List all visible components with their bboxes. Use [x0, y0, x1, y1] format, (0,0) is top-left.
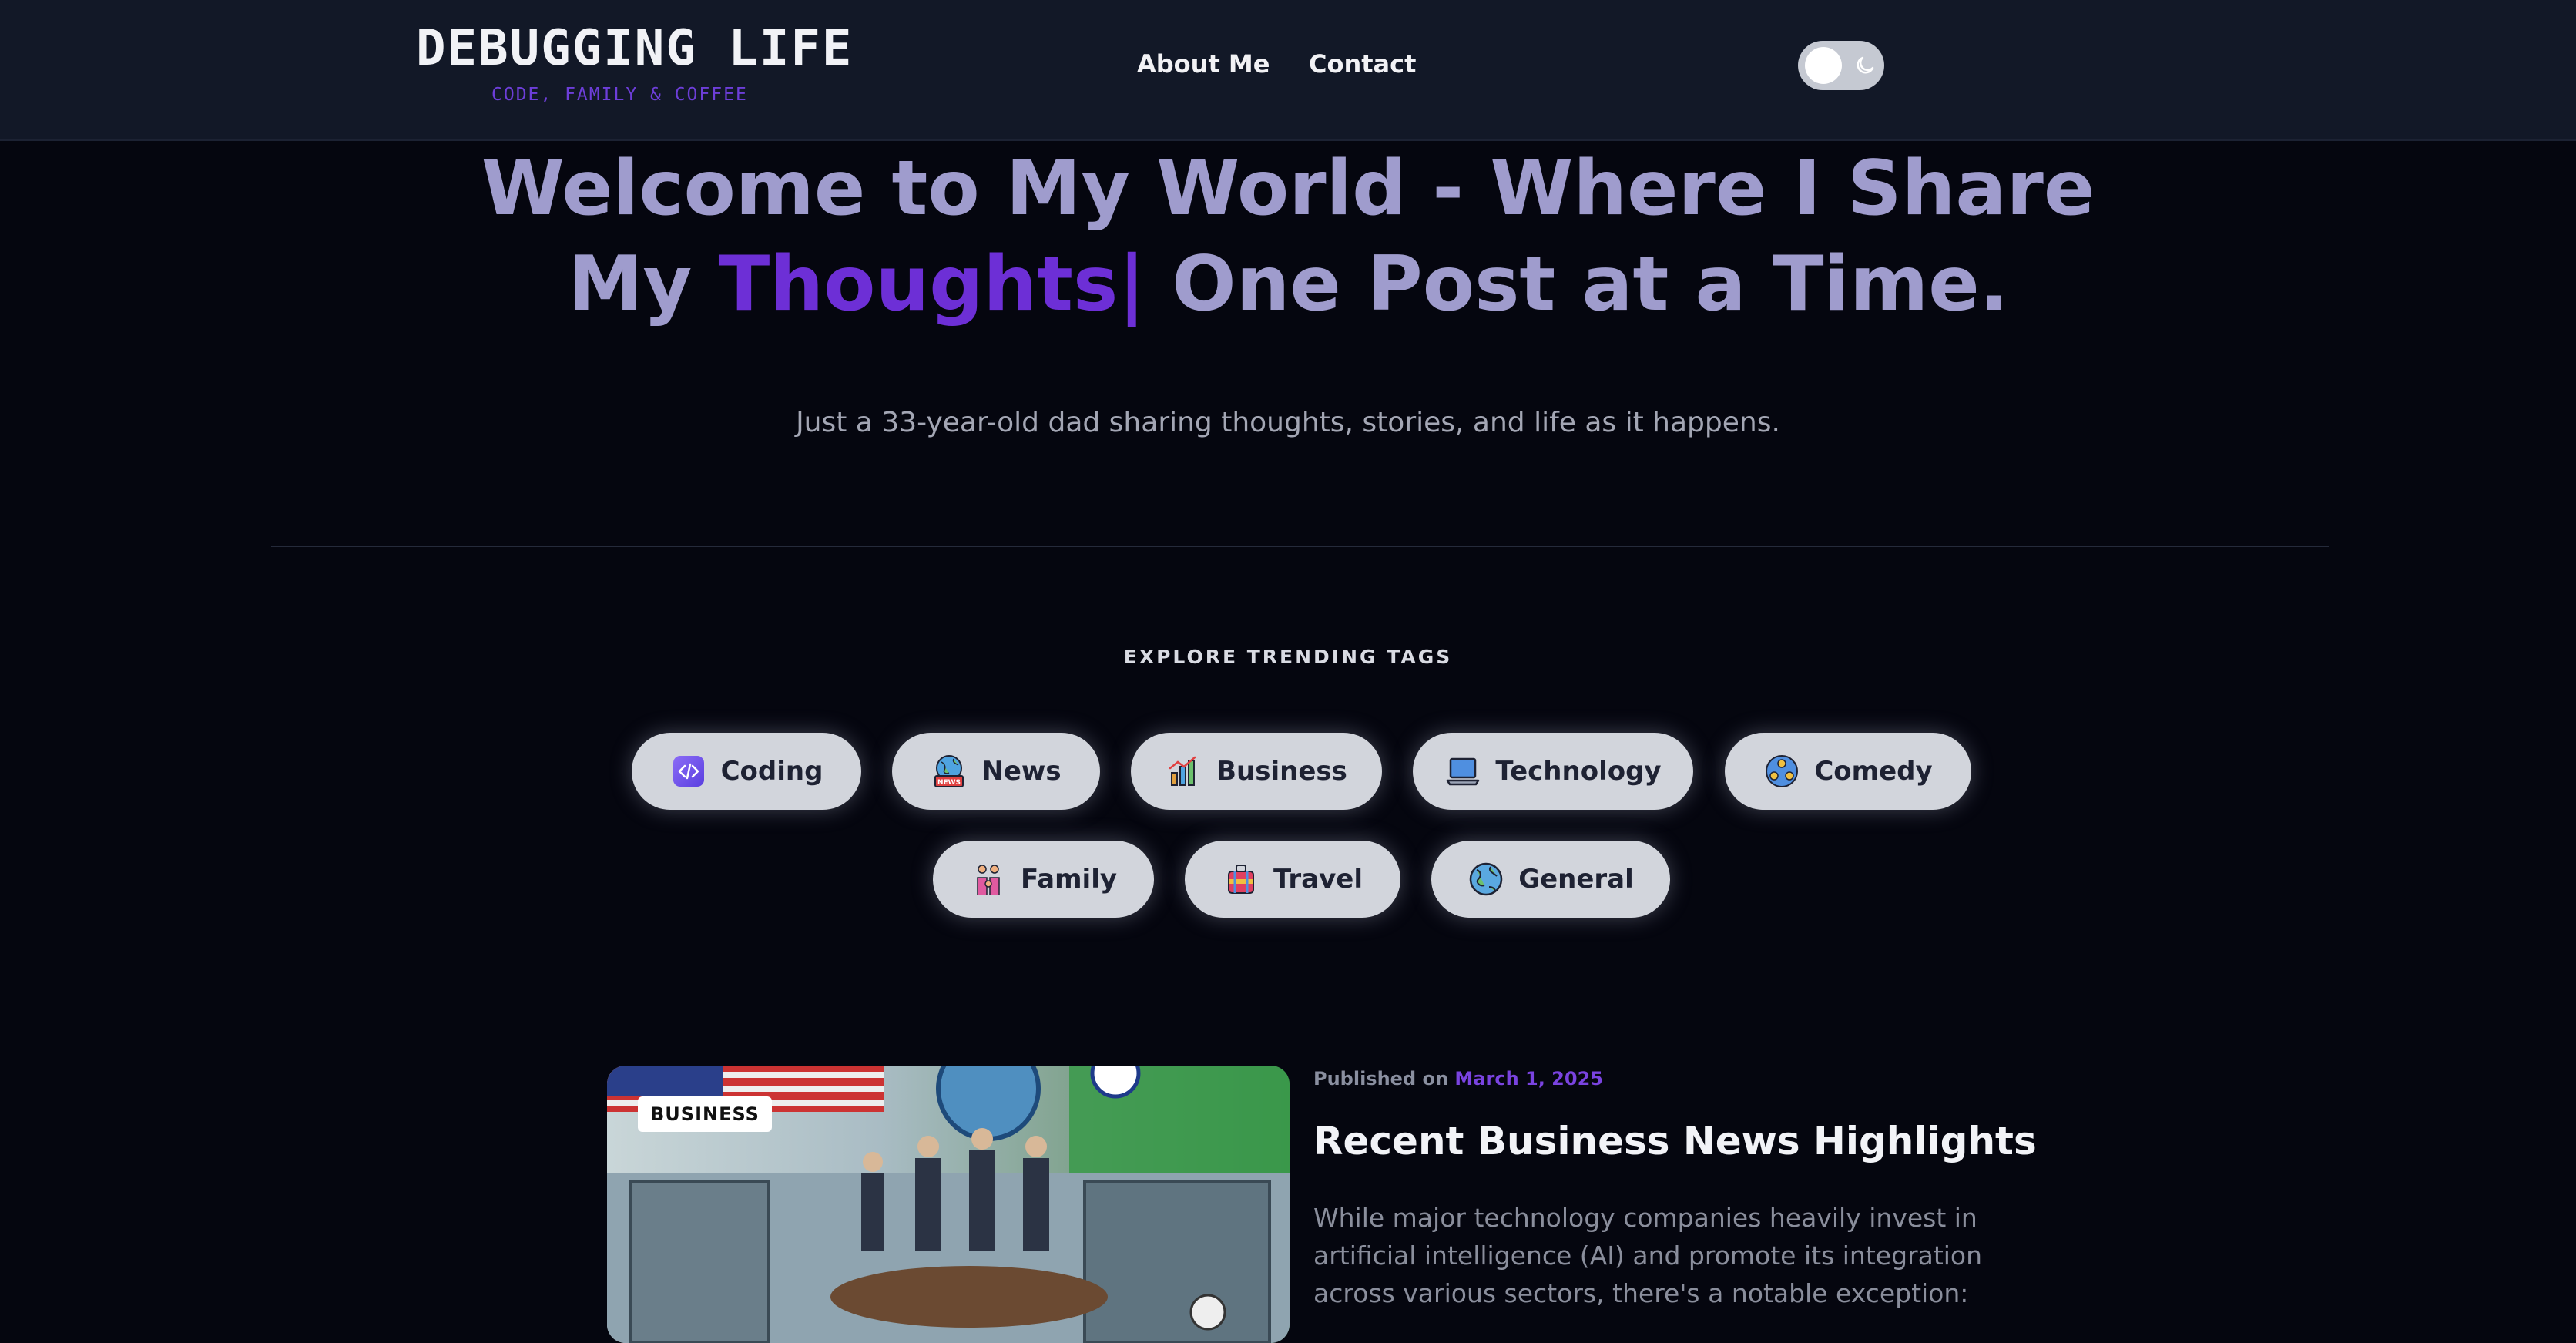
- business-chart-icon: [1169, 756, 1196, 786]
- trending-tags-heading: EXPLORE TRENDING TAGS: [1123, 646, 1453, 668]
- toggle-knob: [1805, 47, 1842, 84]
- tag-label: Comedy: [1814, 756, 1933, 787]
- post-excerpt: While major technology companies heavily…: [1313, 1199, 2007, 1312]
- hero-title-line-2: My Thoughts| One Post at a Time.: [0, 240, 2576, 328]
- hero-subtitle: Just a 33-year-old dad sharing thoughts,…: [796, 407, 1780, 438]
- svg-text:NEWS: NEWS: [937, 779, 961, 787]
- tag-label: Business: [1216, 756, 1347, 787]
- tag-label: Coding: [720, 756, 823, 787]
- nav-contact[interactable]: Contact: [1309, 49, 1416, 79]
- hero-title-typed-word: Thoughts|: [718, 240, 1146, 328]
- moon-icon: [1857, 56, 1874, 74]
- post-featured-image[interactable]: BUSINESS: [607, 1066, 1290, 1343]
- hero-title-suffix: One Post at a Time.: [1145, 240, 2008, 328]
- site-logo-title[interactable]: DEBUGGING LIFE: [416, 20, 853, 77]
- tag-label: Family: [1020, 864, 1118, 895]
- hero-title-line-1: Welcome to My World - Where I Share: [481, 145, 2095, 233]
- tag-travel[interactable]: Travel: [1185, 841, 1400, 918]
- hero-title-prefix: My: [568, 240, 719, 328]
- post-excerpt-line: While major technology companies heavily…: [1313, 1203, 1977, 1233]
- section-divider: [271, 546, 2329, 547]
- tag-label: News: [981, 756, 1062, 787]
- theme-toggle[interactable]: [1798, 41, 1884, 90]
- code-icon: [673, 756, 704, 787]
- tag-general[interactable]: General: [1431, 841, 1670, 918]
- post-date: March 1, 2025: [1454, 1068, 1603, 1090]
- tag-comedy[interactable]: Comedy: [1725, 733, 1971, 810]
- tag-family[interactable]: Family: [933, 841, 1154, 918]
- comedy-icon: [1766, 755, 1799, 787]
- post-published-meta: Published on March 1, 2025: [1313, 1068, 1603, 1090]
- post-excerpt-line: artificial intelligence (AI) and promote…: [1313, 1241, 1983, 1271]
- tag-label: Travel: [1273, 864, 1363, 895]
- tag-coding[interactable]: Coding: [632, 733, 861, 810]
- post-excerpt-line: across various sectors, there's a notabl…: [1313, 1278, 1969, 1308]
- nav-about-me[interactable]: About Me: [1137, 49, 1270, 79]
- globe-icon: [1469, 862, 1503, 896]
- news-globe-icon: NEWS: [934, 755, 964, 787]
- laptop-icon: [1447, 757, 1480, 786]
- tag-technology[interactable]: Technology: [1413, 733, 1693, 810]
- post-title[interactable]: Recent Business News Highlights: [1313, 1119, 2037, 1163]
- site-logo-tagline: CODE, FAMILY & COFFEE: [491, 85, 748, 105]
- post-published-prefix: Published on: [1313, 1068, 1455, 1090]
- tag-label: General: [1518, 864, 1634, 895]
- tag-label: Technology: [1495, 756, 1662, 787]
- site-header: DEBUGGING LIFE CODE, FAMILY & COFFEE Abo…: [0, 0, 2576, 141]
- tag-news[interactable]: NEWS News: [892, 733, 1100, 810]
- post-category-badge[interactable]: BUSINESS: [638, 1096, 772, 1132]
- family-icon: [977, 865, 1000, 895]
- tag-business[interactable]: Business: [1131, 733, 1382, 810]
- luggage-icon: [1227, 865, 1254, 894]
